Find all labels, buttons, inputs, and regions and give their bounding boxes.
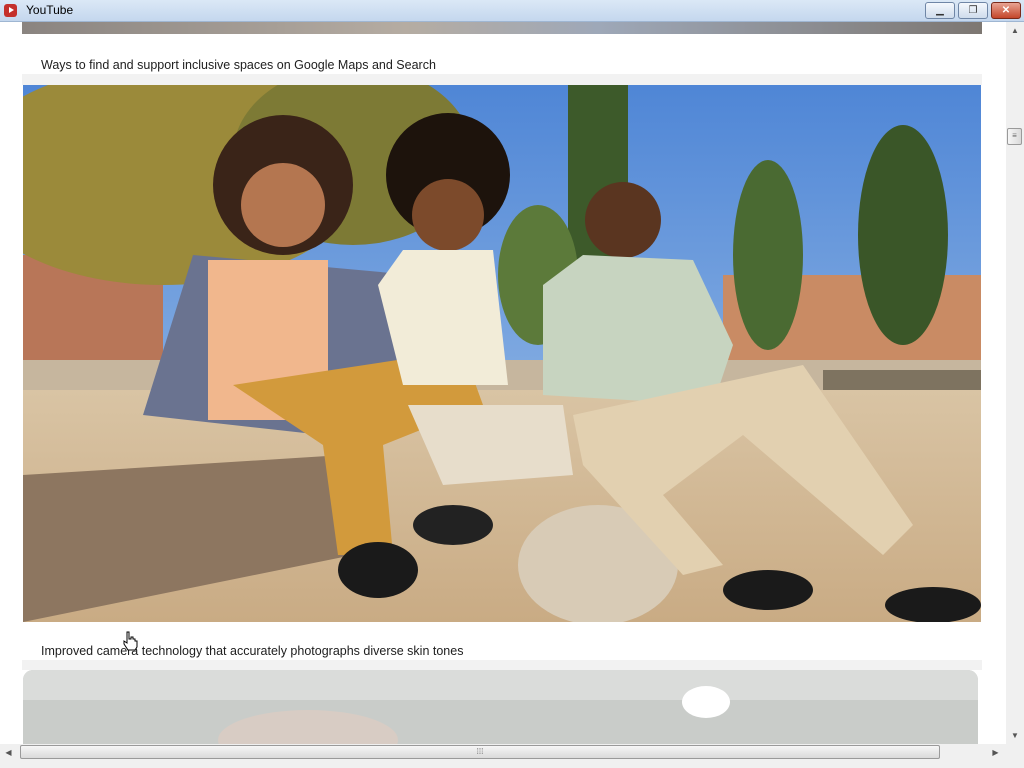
- youtube-logo-icon: [4, 4, 17, 17]
- horizontal-scrollbar[interactable]: ◀ ⁞⁞⁞ ▶: [0, 744, 1006, 761]
- list-item: Improved camera technology that accurate…: [22, 622, 982, 660]
- scroll-left-arrow-icon[interactable]: ◀: [0, 744, 17, 761]
- close-button[interactable]: ✕: [991, 2, 1021, 19]
- feature-list: Ways to find and support inclusive space…: [22, 22, 982, 744]
- scrollbar-corner: [1006, 744, 1024, 768]
- vertical-scrollbar[interactable]: ▲ ≡ ▼: [1006, 22, 1024, 744]
- scroll-down-arrow-icon[interactable]: ▼: [1006, 727, 1024, 744]
- feature-image-next[interactable]: [23, 670, 978, 744]
- item-caption: Improved camera technology that accurate…: [41, 644, 464, 658]
- horizontal-scroll-thumb[interactable]: ⁞⁞⁞: [20, 745, 940, 759]
- next-item-photo: [23, 670, 978, 744]
- minimize-button[interactable]: ▁: [925, 2, 955, 19]
- feature-image-portrait-group[interactable]: [23, 85, 981, 622]
- right-gutter: [982, 22, 1006, 744]
- window-bottom-edge: [0, 761, 1006, 768]
- window-title: YouTube: [26, 3, 74, 17]
- divider: [22, 74, 982, 85]
- item-caption: Ways to find and support inclusive space…: [41, 58, 436, 72]
- scroll-up-arrow-icon[interactable]: ▲: [1006, 22, 1024, 39]
- page-viewport: Ways to find and support inclusive space…: [0, 22, 1006, 744]
- window-titlebar: YouTube ▁ ❐ ✕: [0, 0, 1024, 22]
- hand-cursor-icon: [123, 631, 138, 651]
- beach-photo: [23, 85, 981, 622]
- left-gutter: [0, 22, 22, 744]
- vertical-scroll-thumb[interactable]: ≡: [1007, 128, 1022, 145]
- previous-item-image[interactable]: [22, 22, 982, 34]
- list-item: Ways to find and support inclusive space…: [22, 34, 982, 74]
- divider: [22, 660, 982, 670]
- restore-button[interactable]: ❐: [958, 2, 988, 19]
- scroll-right-arrow-icon[interactable]: ▶: [987, 744, 1004, 761]
